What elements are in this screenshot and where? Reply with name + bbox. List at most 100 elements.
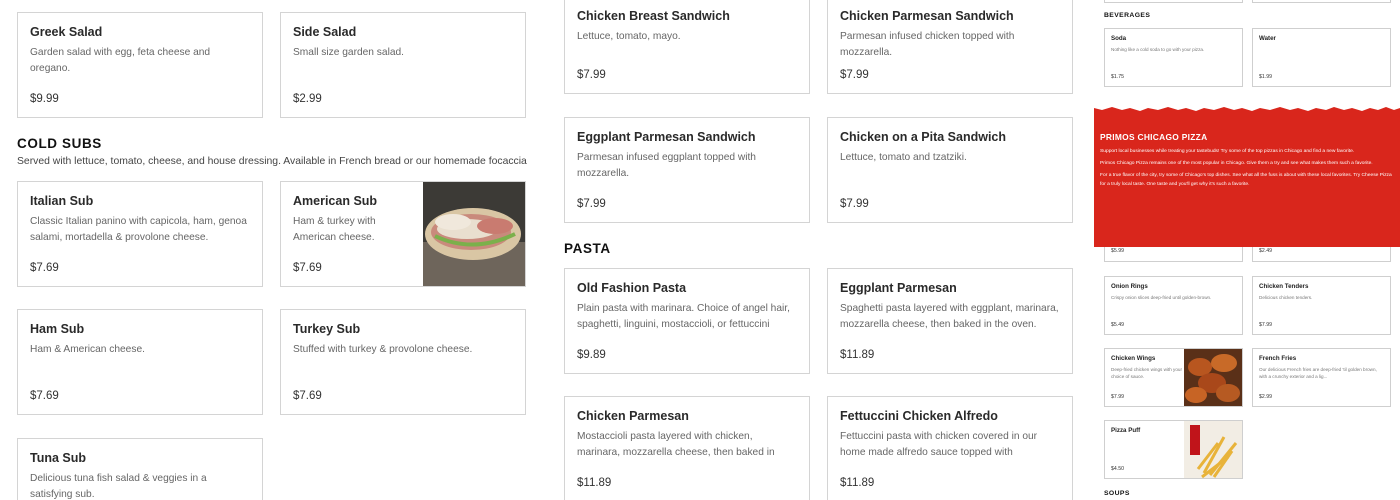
- menu-item-chicken-tenders[interactable]: Chicken Tenders Delicious chicken tender…: [1252, 276, 1391, 335]
- item-description: Parmesan infused eggplant topped with mo…: [577, 152, 756, 179]
- item-price: $2.99: [1259, 394, 1272, 400]
- mini-card-top-right[interactable]: [1252, 0, 1391, 3]
- item-price: $1.99: [1259, 74, 1272, 80]
- item-description: Lettuce, tomato, mayo.: [577, 31, 681, 42]
- item-description: Stuffed with turkey & provolone cheese.: [293, 344, 473, 355]
- item-title: Chicken Parmesan: [577, 409, 689, 423]
- sandwich-photo: [423, 182, 525, 286]
- item-description: Plain pasta with marinara. Choice of ang…: [577, 303, 790, 330]
- item-description: Our delicious French fries are deep-frie…: [1259, 367, 1377, 379]
- fries-photo: [1184, 421, 1242, 478]
- item-title: Chicken on a Pita Sandwich: [840, 130, 1007, 144]
- item-price: $7.69: [293, 390, 322, 402]
- item-price: $7.99: [840, 198, 869, 210]
- item-description: Small size garden salad.: [293, 47, 404, 58]
- menu-item-chicken-pita-sandwich[interactable]: Chicken on a Pita Sandwich Lettuce, toma…: [827, 117, 1073, 223]
- item-price: $7.99: [840, 69, 869, 81]
- menu-item-chicken-breast-sandwich[interactable]: Chicken Breast Sandwich Lettuce, tomato,…: [564, 0, 810, 94]
- item-title: Ham Sub: [30, 322, 85, 336]
- item-price: $9.89: [577, 349, 606, 361]
- item-title: Tuna Sub: [30, 451, 87, 465]
- item-price: $11.89: [577, 477, 612, 489]
- item-title: Greek Salad: [30, 25, 103, 39]
- menu-item-eggplant-parmesan[interactable]: Eggplant Parmesan Spaghetti pasta layere…: [827, 268, 1073, 374]
- section-heading-cold-subs: COLD SUBS: [17, 136, 102, 151]
- menu-item-french-fries[interactable]: French Fries Our delicious French fries …: [1252, 348, 1391, 407]
- item-price: $1.75: [1111, 74, 1124, 80]
- item-title: Fettuccini Chicken Alfredo: [840, 409, 998, 423]
- menu-item-turkey-sub[interactable]: Turkey Sub Stuffed with turkey & provolo…: [280, 309, 526, 415]
- item-description: Mostaccioli pasta layered with chicken, …: [577, 431, 775, 458]
- menu-item-old-fashion-pasta[interactable]: Old Fashion Pasta Plain pasta with marin…: [564, 268, 810, 374]
- item-price: $7.69: [30, 262, 59, 274]
- banner-paragraph-2: Primos Chicago Pizza remains one of the …: [1100, 161, 1373, 167]
- item-title: Soda: [1111, 35, 1127, 42]
- item-description: Ham & American cheese.: [30, 344, 145, 355]
- promo-banner: PRIMOS CHICAGO PIZZA Support local busin…: [1094, 104, 1400, 247]
- item-title: Old Fashion Pasta: [577, 281, 687, 295]
- menu-item-side-salad[interactable]: Side Salad Small size garden salad. $2.9…: [280, 12, 526, 118]
- menu-item-chicken-parmesan-sandwich[interactable]: Chicken Parmesan Sandwich Parmesan infus…: [827, 0, 1073, 94]
- item-price: $11.89: [840, 477, 875, 489]
- item-price: $7.69: [293, 262, 322, 274]
- item-price: $7.99: [577, 69, 606, 81]
- item-description: Deep-fried chicken wings with your choic…: [1111, 367, 1182, 379]
- section-heading-beverages: BEVERAGES: [1104, 12, 1151, 19]
- torn-edge: [1094, 104, 1400, 111]
- item-description: Lettuce, tomato and tzatziki.: [840, 152, 967, 163]
- item-price: $11.89: [840, 349, 875, 361]
- menu-item-fettuccini-chicken-alfredo[interactable]: Fettuccini Chicken Alfredo Fettuccini pa…: [827, 396, 1073, 500]
- item-description: Spaghetti pasta layered with eggplant, m…: [840, 303, 1059, 330]
- menu-item-italian-sub[interactable]: Italian Sub Classic Italian panino with …: [17, 181, 263, 287]
- menu-item-pizza-puff[interactable]: Pizza Puff $4.50: [1104, 420, 1243, 479]
- item-title: Italian Sub: [30, 194, 94, 208]
- item-title: French Fries: [1259, 355, 1297, 362]
- mini-card-top-left[interactable]: [1104, 0, 1243, 3]
- item-description: Classic Italian panino with capicola, ha…: [30, 216, 247, 243]
- item-price: $7.99: [1259, 322, 1272, 328]
- item-price: $5.99: [1111, 248, 1124, 254]
- item-title: Chicken Tenders: [1259, 283, 1309, 290]
- item-title: Chicken Parmesan Sandwich: [840, 9, 1014, 23]
- item-title: Side Salad: [293, 25, 357, 39]
- item-price: $2.99: [293, 93, 322, 105]
- item-price: $5.49: [1111, 322, 1124, 328]
- item-title: Chicken Breast Sandwich: [577, 9, 730, 23]
- menu-item-water[interactable]: Water $1.99: [1252, 28, 1391, 87]
- section-heading-pasta: PASTA: [564, 241, 611, 256]
- menu-item-tuna-sub[interactable]: Tuna Sub Delicious tuna fish salad & veg…: [17, 438, 263, 500]
- item-price: $7.99: [1111, 394, 1124, 400]
- item-price: $7.69: [30, 390, 59, 402]
- chicken-wings-photo: [1184, 349, 1242, 406]
- item-title: Eggplant Parmesan Sandwich: [577, 130, 756, 144]
- item-description: Delicious tuna fish salad & veggies in a…: [30, 473, 207, 500]
- section-heading-soups: SOUPS: [1104, 490, 1130, 497]
- menu-item-american-sub[interactable]: American Sub Ham & turkey with American …: [280, 181, 526, 287]
- menu-item-greek-salad[interactable]: Greek Salad Garden salad with egg, feta …: [17, 12, 263, 118]
- banner-paragraph-1: Support local businesses while treating …: [1100, 149, 1355, 154]
- item-price: $2.49: [1259, 248, 1272, 254]
- item-description: Delicious chicken tenders.: [1259, 295, 1313, 300]
- section-subheading-cold-subs: Served with lettuce, tomato, cheese, and…: [17, 156, 527, 167]
- item-description: Garden salad with egg, feta cheese and o…: [30, 47, 211, 74]
- item-description: Crispy onion slices deep-fried until gol…: [1111, 295, 1212, 300]
- item-price: $4.50: [1111, 466, 1124, 472]
- menu-item-soda[interactable]: Soda Nothing like a cold soda to go with…: [1104, 28, 1243, 87]
- item-price: $9.99: [30, 93, 59, 105]
- banner-paragraph-3: For a true flavor of the city, try some …: [1100, 173, 1392, 187]
- item-price: $7.99: [577, 198, 606, 210]
- menu-item-ham-sub[interactable]: Ham Sub Ham & American cheese. $7.69: [17, 309, 263, 415]
- menu-item-chicken-parmesan[interactable]: Chicken Parmesan Mostaccioli pasta layer…: [564, 396, 810, 500]
- menu-item-chicken-wings[interactable]: Chicken Wings Deep-fried chicken wings w…: [1104, 348, 1243, 407]
- item-title: Water: [1259, 35, 1276, 42]
- item-description: Fettuccini pasta with chicken covered in…: [840, 431, 1038, 458]
- banner-title: PRIMOS CHICAGO PIZZA: [1100, 132, 1208, 142]
- menu-item-eggplant-parmesan-sandwich[interactable]: Eggplant Parmesan Sandwich Parmesan infu…: [564, 117, 810, 223]
- item-description: Ham & turkey with American cheese.: [293, 216, 376, 243]
- item-title: Onion Rings: [1111, 283, 1148, 290]
- item-description: Nothing like a cold soda to go with your…: [1111, 47, 1205, 52]
- item-description: Parmesan infused chicken topped with moz…: [840, 31, 1015, 58]
- menu-item-onion-rings[interactable]: Onion Rings Crispy onion slices deep-fri…: [1104, 276, 1243, 335]
- item-title: Turkey Sub: [293, 322, 361, 336]
- item-title: Eggplant Parmesan: [840, 281, 957, 295]
